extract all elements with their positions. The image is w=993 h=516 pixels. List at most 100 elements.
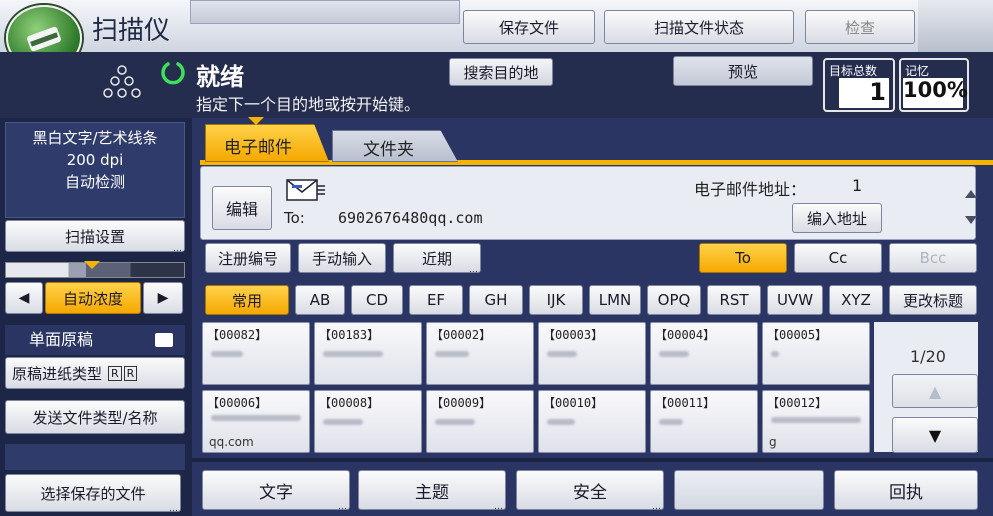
destination-name-redacted: [323, 351, 383, 357]
destination-id: 【00010】: [543, 396, 604, 410]
destination-name-redacted: [771, 351, 779, 357]
preview-button[interactable]: 预览: [673, 56, 813, 86]
select-saved-file-button[interactable]: 选择保存的文件: [5, 474, 181, 514]
index-cd[interactable]: CD: [351, 285, 403, 315]
destination-counter-value: 1: [839, 78, 889, 108]
destination-00003[interactable]: 【00003】: [538, 322, 646, 385]
arrow-left-icon: ◀: [18, 290, 30, 306]
index-gh[interactable]: GH: [469, 285, 523, 315]
registration-number-button[interactable]: 注册编号: [205, 243, 291, 273]
page-up-button[interactable]: ▲: [892, 374, 978, 408]
index-xyz[interactable]: XYZ: [829, 285, 883, 315]
destination-id: 【00183】: [319, 328, 380, 342]
destination-name-redacted: [211, 415, 301, 421]
ready-icon: [160, 60, 186, 86]
recent-button[interactable]: 近期: [393, 243, 481, 275]
destination-id: 【00082】: [207, 328, 268, 342]
send-file-type-button[interactable]: 发送文件类型/名称: [5, 400, 185, 434]
arrow-up-icon: ▲: [928, 381, 942, 401]
scan-file-status-button[interactable]: 扫描文件状态: [604, 10, 794, 44]
tab-folder[interactable]: 文件夹: [332, 130, 458, 162]
email-envelope-icon: [284, 176, 328, 206]
status-hint: 指定下一个目的地或按开始键。: [196, 95, 421, 114]
search-destination-button[interactable]: 搜索目的地: [449, 58, 553, 86]
destination-id: 【00002】: [431, 328, 492, 342]
destination-name-redacted: [547, 419, 575, 425]
manual-input-button[interactable]: 手动输入: [298, 243, 386, 273]
memory-counter-value: 100%: [903, 78, 968, 108]
destination-00002[interactable]: 【00002】: [426, 322, 534, 385]
arrow-down-icon: ▼: [928, 425, 942, 445]
index-frequent[interactable]: 常用: [205, 285, 289, 315]
job-list-icon[interactable]: [100, 60, 144, 104]
destination-00183[interactable]: 【00183】: [314, 322, 422, 385]
to-address[interactable]: 6902676480qq.com: [338, 209, 483, 227]
cc-button[interactable]: Cc: [794, 243, 882, 273]
destination-00008[interactable]: 【00008】: [314, 390, 422, 453]
disabled-option-button: [674, 470, 824, 510]
page-down-button[interactable]: ▼: [892, 417, 978, 453]
destination-id: 【00005】: [767, 328, 828, 342]
destination-name-redacted: [659, 351, 689, 357]
scroll-up-small-icon[interactable]: [965, 190, 977, 198]
scan-mode-line-1: 黑白文字/艺术线条: [32, 129, 158, 147]
index-opq[interactable]: OPQ: [647, 285, 701, 315]
destination-00009[interactable]: 【00009】: [426, 390, 534, 453]
index-ef[interactable]: EF: [409, 285, 463, 315]
destination-name-redacted: [435, 419, 475, 425]
density-lighter-button[interactable]: ◀: [5, 282, 43, 314]
enter-address-button[interactable]: 编入地址: [792, 203, 882, 233]
destination-counter: 目标总数 1: [823, 58, 895, 112]
reply-receipt-button[interactable]: 回执: [834, 470, 978, 510]
scroll-down-small-icon[interactable]: [965, 216, 977, 224]
feed-type-button[interactable]: 原稿进纸类型 R R: [5, 357, 185, 389]
destination-00011[interactable]: 【00011】: [650, 390, 758, 453]
index-ab[interactable]: AB: [295, 285, 345, 315]
feed-type-label: 原稿进纸类型: [12, 364, 103, 383]
density-darker-button[interactable]: ▶: [143, 282, 183, 314]
to-button[interactable]: To: [699, 243, 787, 273]
destination-00010[interactable]: 【00010】: [538, 390, 646, 453]
bcc-button[interactable]: Bcc: [889, 243, 977, 273]
check-button[interactable]: 检查: [805, 10, 915, 44]
destination-name: qq.com: [209, 435, 254, 449]
scan-settings-button[interactable]: 扫描设置: [5, 220, 185, 254]
destination-name-redacted: [659, 419, 683, 425]
change-title-button[interactable]: 更改标题: [889, 285, 977, 315]
text-button[interactable]: 文字: [202, 470, 350, 512]
address-count-value: 1: [852, 176, 863, 195]
security-button[interactable]: 安全: [516, 470, 664, 512]
destination-name-redacted: [211, 351, 243, 357]
destination-00004[interactable]: 【00004】: [650, 322, 758, 385]
save-file-button[interactable]: 保存文件: [463, 10, 595, 44]
memory-counter: 记忆 100%: [899, 58, 969, 112]
tab-email[interactable]: 电子邮件: [205, 124, 329, 162]
destination-counter-label: 目标总数: [829, 64, 878, 78]
index-rst[interactable]: RST: [707, 285, 761, 315]
destination-name-redacted: [547, 351, 577, 357]
edit-button[interactable]: 编辑: [212, 186, 272, 230]
density-marker-icon: [84, 261, 100, 269]
left-panel-spacer: [5, 444, 185, 470]
page-indicator: 1/20: [910, 347, 946, 366]
destination-id: 【00012】: [767, 396, 828, 410]
index-uvw[interactable]: UVW: [767, 285, 823, 315]
index-lmn[interactable]: LMN: [589, 285, 641, 315]
destination-00012[interactable]: 【00012】 g: [762, 390, 870, 453]
feed-r-reversed-icon: R: [123, 365, 138, 381]
index-ijk[interactable]: IJK: [529, 285, 583, 315]
top-bar-divider: [190, 0, 460, 24]
destination-name-redacted: [435, 351, 469, 357]
destination-name-redacted: [771, 417, 861, 423]
destination-00082[interactable]: 【00082】: [202, 322, 310, 385]
destination-00005[interactable]: 【00005】: [762, 322, 870, 385]
destination-id: 【00008】: [319, 396, 380, 410]
arrow-right-icon: ▶: [157, 290, 169, 306]
destination-name-redacted: [323, 419, 363, 425]
single-side-icon: [155, 333, 173, 347]
destination-id: 【00009】: [431, 396, 492, 410]
destination-00006[interactable]: 【00006】 qq.com: [202, 390, 310, 453]
auto-density-button[interactable]: 自动浓度: [45, 282, 141, 314]
status-state: 就绪: [196, 63, 244, 91]
subject-button[interactable]: 主题: [358, 470, 506, 512]
